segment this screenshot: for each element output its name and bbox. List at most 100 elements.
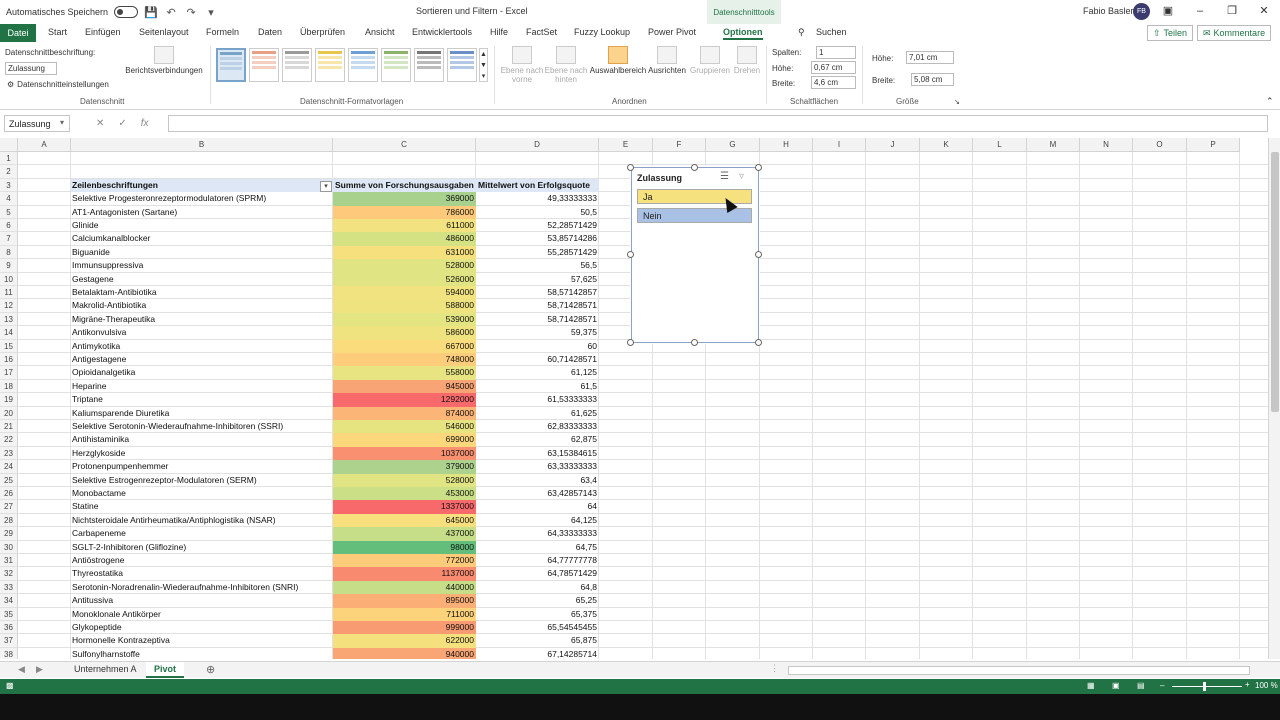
row-header[interactable]: 30 [0,540,18,554]
row-label-cell[interactable]: Immunsuppressiva [71,259,333,272]
search-box[interactable]: Suchen [816,27,847,37]
column-header[interactable]: P [1187,138,1240,152]
row-header[interactable]: 34 [0,594,18,608]
rate-value-cell[interactable]: 61,125 [476,366,599,379]
sheet-tab-unternehmen-a[interactable]: Unternehmen A [66,662,145,678]
row-header[interactable]: 6 [0,219,18,233]
group-button[interactable]: Gruppieren [689,46,731,75]
resize-handle[interactable] [755,164,762,171]
column-header[interactable]: O [1133,138,1187,152]
rate-value-cell[interactable]: 52,28571429 [476,219,599,232]
row-header[interactable]: 7 [0,232,18,246]
tab-view[interactable]: Ansicht [365,27,395,37]
row-header[interactable]: 25 [0,473,18,487]
row-header[interactable]: 33 [0,580,18,595]
spend-value-cell[interactable]: 940000 [333,647,476,659]
search-icon[interactable]: ⚲ [798,27,805,38]
button-height-input[interactable]: 0,67 cm [811,61,856,74]
tab-help[interactable]: Hilfe [490,27,508,37]
slicer-style-swatch[interactable] [315,48,345,82]
row-label-cell[interactable]: Thyreostatika [71,567,333,580]
rate-value-cell[interactable]: 56,5 [476,259,599,272]
column-header[interactable]: E [599,138,653,152]
row-header[interactable]: 9 [0,259,18,273]
minimize-icon[interactable]: – [1184,0,1216,24]
rate-value-cell[interactable]: 58,71428571 [476,299,599,312]
row-label-cell[interactable]: Monoklonale Antikörper [71,608,333,621]
row-header[interactable]: 28 [0,513,18,528]
rate-value-cell[interactable]: 63,42857143 [476,487,599,500]
spend-value-cell[interactable]: 786000 [333,205,476,219]
vertical-scrollbar[interactable] [1268,138,1280,659]
rate-value-cell[interactable]: 57,625 [476,273,599,286]
spend-value-cell[interactable]: 1137000 [333,567,476,581]
slicer-style-swatch[interactable] [282,48,312,82]
rotate-button[interactable]: Drehen [731,46,763,75]
resize-handle[interactable] [627,251,634,258]
resize-handle[interactable] [627,339,634,346]
spend-value-cell[interactable]: 772000 [333,554,476,568]
row-label-cell[interactable]: Migräne-Therapeutika [71,313,333,326]
row-header[interactable]: 24 [0,460,18,474]
tab-review[interactable]: Überprüfen [300,27,345,37]
rate-value-cell[interactable]: 64,75 [476,541,599,554]
split-handle-icon[interactable]: ⋮ [770,663,779,674]
column-header[interactable]: J [866,138,920,152]
pivot-header-cell[interactable]: Zeilenbeschriftungen [71,178,333,193]
row-label-cell[interactable]: Monobactame [71,487,333,500]
row-label-cell[interactable]: Antikonvulsiva [71,326,333,339]
tab-power-pivot[interactable]: Power Pivot [648,27,696,37]
spend-value-cell[interactable]: 1037000 [333,446,476,461]
row-header[interactable]: 27 [0,500,18,514]
user-name[interactable]: Fabio Basler [1083,6,1134,16]
rate-value-cell[interactable]: 63,33333333 [476,460,599,473]
row-header[interactable]: 36 [0,621,18,635]
row-label-cell[interactable]: Statine [71,500,333,513]
rate-value-cell[interactable]: 55,28571429 [476,246,599,259]
pivot-header-cell[interactable]: Mittelwert von Erfolgsquote [476,178,599,193]
zoom-level[interactable]: 100 % [1255,681,1278,690]
tab-developer[interactable]: Entwicklertools [412,27,472,37]
formula-input[interactable] [168,115,1268,132]
row-label-cell[interactable]: Heparine [71,380,333,393]
spend-value-cell[interactable]: 379000 [333,460,476,474]
row-header[interactable]: 16 [0,353,18,367]
column-header[interactable]: L [973,138,1027,152]
slicer-caption-input[interactable]: Zulassung [5,62,57,75]
resize-handle[interactable] [755,251,762,258]
collapse-ribbon-icon[interactable]: ⌃ [1266,96,1274,107]
pivot-header-cell[interactable]: Summe von Forschungsausgaben [333,178,476,193]
row-label-cell[interactable]: Serotonin-Noradrenalin-Wiederaufnahme-In… [71,581,333,594]
spend-value-cell[interactable]: 999000 [333,621,476,635]
row-label-cell[interactable]: Betalaktam-Antibiotika [71,286,333,299]
spend-value-cell[interactable]: 98000 [333,540,476,554]
sheet-tab-pivot[interactable]: Pivot [146,662,185,678]
spend-value-cell[interactable]: 945000 [333,379,476,394]
row-header[interactable]: 22 [0,433,18,447]
rate-value-cell[interactable]: 58,71428571 [476,313,599,326]
zoom-out-icon[interactable]: – [1160,681,1164,690]
row-label-cell[interactable]: Antigestagene [71,353,333,366]
next-sheet-icon[interactable]: ▶ [36,664,43,675]
column-header[interactable]: I [813,138,866,152]
slicer-zulassung[interactable]: Zulassung ☰ ▿ Ja Nein [631,167,759,343]
vertical-scroll-thumb[interactable] [1271,152,1279,412]
prev-sheet-icon[interactable]: ◀ [18,664,25,675]
spend-value-cell[interactable]: 588000 [333,299,476,313]
row-label-cell[interactable]: Opioidanalgetika [71,366,333,379]
row-header[interactable]: 12 [0,299,18,313]
spend-value-cell[interactable]: 528000 [333,473,476,487]
row-label-cell[interactable]: Selektive Progesteronrezeptormodulatoren… [71,192,333,205]
spend-value-cell[interactable]: 586000 [333,326,476,340]
align-button[interactable]: Ausrichten [647,46,687,75]
comments-button[interactable]: ✉ Kommentare [1197,25,1272,41]
row-label-cell[interactable]: Gestagene [71,273,333,286]
row-label-cell[interactable]: Antitussiva [71,594,333,607]
slicer-style-swatch[interactable] [447,48,477,82]
column-header[interactable]: N [1080,138,1133,152]
rate-value-cell[interactable]: 63,15384615 [476,447,599,460]
column-header[interactable]: D [476,138,599,152]
spend-value-cell[interactable]: 546000 [333,420,476,434]
resize-handle[interactable] [691,339,698,346]
row-label-cell[interactable]: Kaliumsparende Diuretika [71,407,333,420]
